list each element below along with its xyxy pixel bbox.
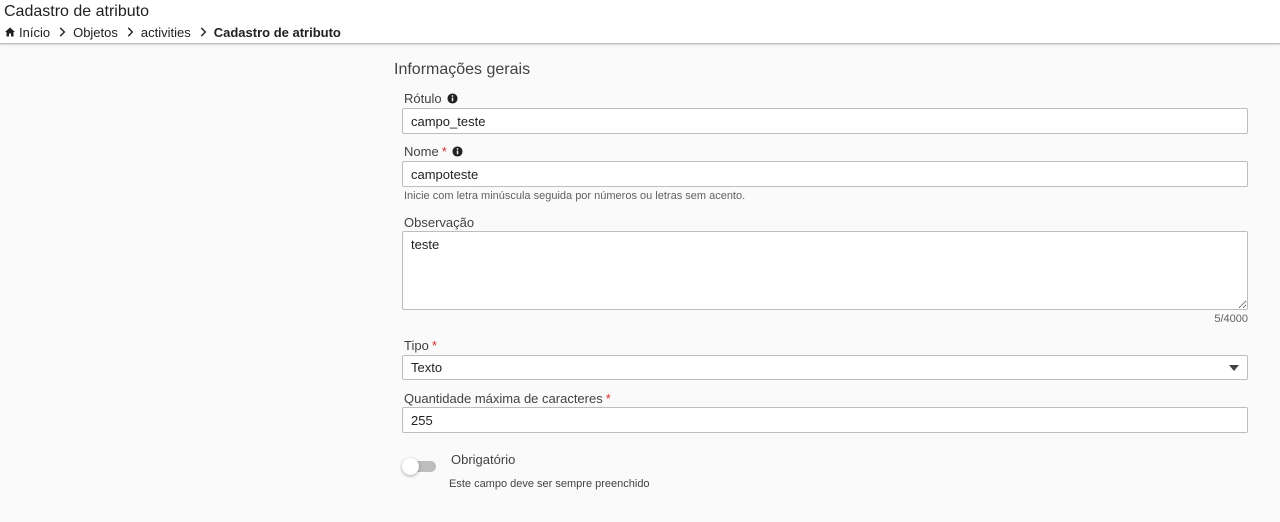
quantidade-label: Quantidade máxima de caracteres [404,391,603,406]
required-asterisk: * [441,144,447,159]
quantidade-input[interactable] [402,407,1248,433]
chevron-right-icon [59,27,66,37]
breadcrumb-objetos[interactable]: Objetos [73,25,118,40]
observacao-label: Observação [404,215,475,230]
chevron-right-icon [200,27,207,37]
observacao-label-row: Observação [404,215,474,230]
rotulo-label: Rótulo [404,91,442,106]
tipo-label-row: Tipo * [404,338,437,353]
obrigatorio-toggle[interactable] [402,458,436,475]
tipo-selected-value: Texto [411,360,443,375]
page-title: Cadastro de atributo [4,3,149,20]
info-icon[interactable] [447,93,458,104]
nome-hint: Inicie com letra minúscula seguida por n… [404,190,746,202]
nome-label-row: Nome * [404,144,463,159]
rotulo-input[interactable] [402,108,1248,134]
tipo-label: Tipo [404,338,429,353]
obrigatorio-hint: Este campo deve ser sempre preenchido [449,478,650,490]
required-asterisk: * [605,391,611,406]
top-bar: Cadastro de atributo Início Objetos acti… [0,0,1280,44]
dropdown-caret-icon [1229,365,1239,371]
required-asterisk: * [431,338,437,353]
tipo-select[interactable]: Texto [402,355,1248,380]
nome-label: Nome [404,144,439,159]
breadcrumb-current: Cadastro de atributo [213,24,341,40]
breadcrumb-activities[interactable]: activities [141,25,191,40]
breadcrumb-home-label: Início [19,24,51,40]
chevron-right-icon [127,27,134,37]
toggle-thumb [402,458,419,475]
home-icon [5,27,15,37]
breadcrumb: Início Objetos activities Cadastro de at… [4,23,341,41]
breadcrumb-home[interactable]: Início [4,25,50,40]
info-icon[interactable] [452,146,463,157]
character-counter: 5/4000 [1214,313,1248,325]
rotulo-label-row: Rótulo [404,91,458,106]
nome-input[interactable] [402,161,1248,187]
quantidade-label-row: Quantidade máxima de caracteres * [404,391,611,406]
observacao-textarea[interactable]: teste [402,231,1248,310]
obrigatorio-label: Obrigatório [451,452,516,467]
section-title: Informações gerais [394,61,531,78]
